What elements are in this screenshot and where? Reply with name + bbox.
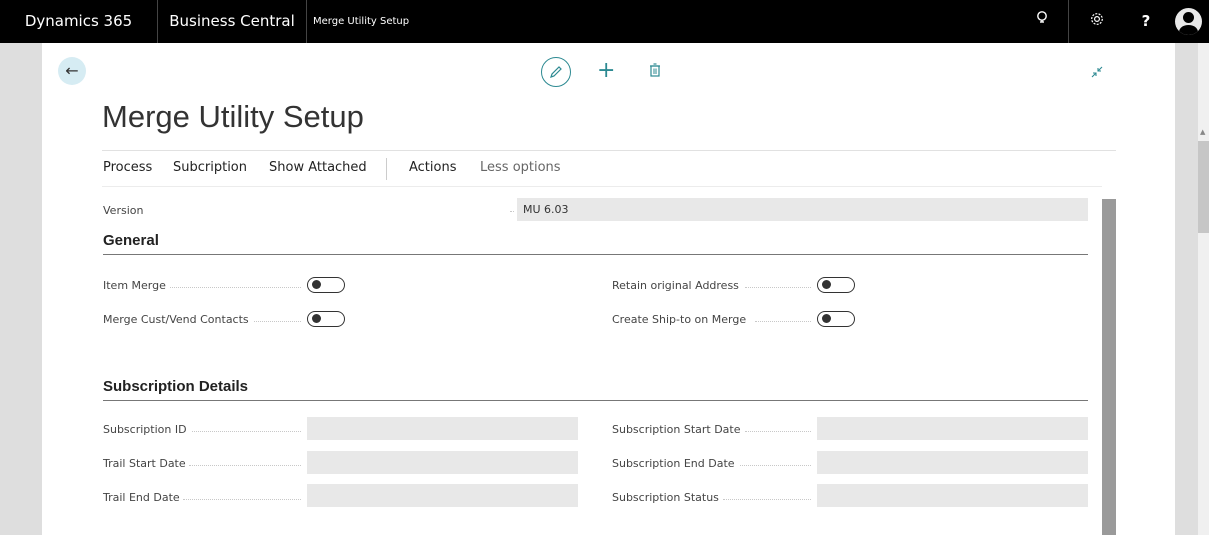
item-merge-toggle[interactable] bbox=[307, 277, 345, 293]
subscription-start-date-field bbox=[817, 417, 1088, 440]
user-avatar-icon[interactable] bbox=[1175, 8, 1202, 35]
dynamics-365-brand[interactable]: Dynamics 365 bbox=[0, 0, 157, 43]
leader-dots bbox=[745, 287, 811, 288]
subscription-section-rule bbox=[103, 400, 1088, 401]
trail-end-date-label: Trail End Date bbox=[103, 491, 180, 504]
merge-contacts-toggle[interactable] bbox=[307, 311, 345, 327]
subscription-id-label: Subscription ID bbox=[103, 423, 187, 436]
new-plus-icon[interactable]: + bbox=[597, 59, 615, 83]
topbar-separator bbox=[306, 0, 307, 43]
subscription-end-date-field bbox=[817, 451, 1088, 474]
subscription-status-label: Subscription Status bbox=[612, 491, 719, 504]
merge-contacts-label: Merge Cust/Vend Contacts bbox=[103, 313, 249, 326]
version-label: Version bbox=[103, 204, 144, 217]
action-subcription[interactable]: Subcription bbox=[173, 160, 247, 175]
action-process[interactable]: Process bbox=[103, 160, 152, 175]
retain-address-label: Retain original Address bbox=[612, 279, 739, 292]
leader-dots bbox=[723, 499, 811, 500]
edit-pencil-icon[interactable] bbox=[541, 57, 571, 87]
action-show-attached[interactable]: Show Attached bbox=[269, 160, 367, 175]
trail-end-date-field bbox=[307, 484, 578, 507]
retain-address-toggle[interactable] bbox=[817, 277, 855, 293]
leader-dots bbox=[510, 211, 514, 212]
title-divider bbox=[102, 150, 1116, 151]
subscription-end-date-label: Subscription End Date bbox=[612, 457, 735, 470]
leader-dots bbox=[189, 465, 301, 466]
scrollbar-thumb[interactable] bbox=[1198, 141, 1209, 233]
delete-trash-icon[interactable] bbox=[649, 62, 661, 81]
create-shipto-label: Create Ship-to on Merge bbox=[612, 313, 747, 326]
left-gutter bbox=[0, 43, 42, 535]
trail-start-date-field bbox=[307, 451, 578, 474]
create-shipto-toggle[interactable] bbox=[817, 311, 855, 327]
subscription-start-date-label: Subscription Start Date bbox=[612, 423, 741, 436]
leader-dots bbox=[254, 321, 301, 322]
action-bar-divider bbox=[386, 158, 387, 180]
content-scrollbar[interactable] bbox=[1102, 199, 1116, 535]
top-app-bar: Dynamics 365 Business Central Merge Util… bbox=[0, 0, 1209, 43]
help-icon[interactable]: ? bbox=[1136, 0, 1156, 43]
version-field: MU 6.03 bbox=[517, 198, 1088, 221]
leader-dots bbox=[170, 287, 301, 288]
page-title: Merge Utility Setup bbox=[102, 99, 364, 134]
action-actions[interactable]: Actions bbox=[409, 160, 457, 175]
lightbulb-icon[interactable] bbox=[1032, 0, 1052, 43]
right-gutter bbox=[1175, 43, 1198, 535]
business-central-link[interactable]: Business Central bbox=[158, 0, 306, 43]
subscription-status-field bbox=[817, 484, 1088, 507]
subscription-id-field bbox=[307, 417, 578, 440]
item-merge-label: Item Merge bbox=[103, 279, 166, 292]
general-section-rule bbox=[103, 254, 1088, 255]
subscription-section-heading[interactable]: Subscription Details bbox=[103, 378, 248, 395]
leader-dots bbox=[745, 431, 811, 432]
action-less-options[interactable]: Less options bbox=[480, 160, 561, 175]
window-scrollbar[interactable]: ▲ bbox=[1198, 43, 1209, 535]
leader-dots bbox=[183, 499, 301, 500]
leader-dots bbox=[740, 465, 811, 466]
scroll-up-arrow-icon[interactable]: ▲ bbox=[1200, 128, 1205, 136]
topbar-separator bbox=[1068, 0, 1069, 43]
leader-dots bbox=[755, 321, 811, 322]
content-top-border bbox=[102, 186, 1102, 187]
back-arrow-icon[interactable]: ← bbox=[58, 57, 86, 85]
breadcrumb[interactable]: Merge Utility Setup bbox=[313, 0, 409, 43]
general-section-heading[interactable]: General bbox=[103, 232, 159, 249]
gear-icon[interactable] bbox=[1086, 0, 1108, 43]
collapse-arrows-icon[interactable] bbox=[1091, 66, 1103, 81]
trail-start-date-label: Trail Start Date bbox=[103, 457, 186, 470]
leader-dots bbox=[192, 431, 301, 432]
